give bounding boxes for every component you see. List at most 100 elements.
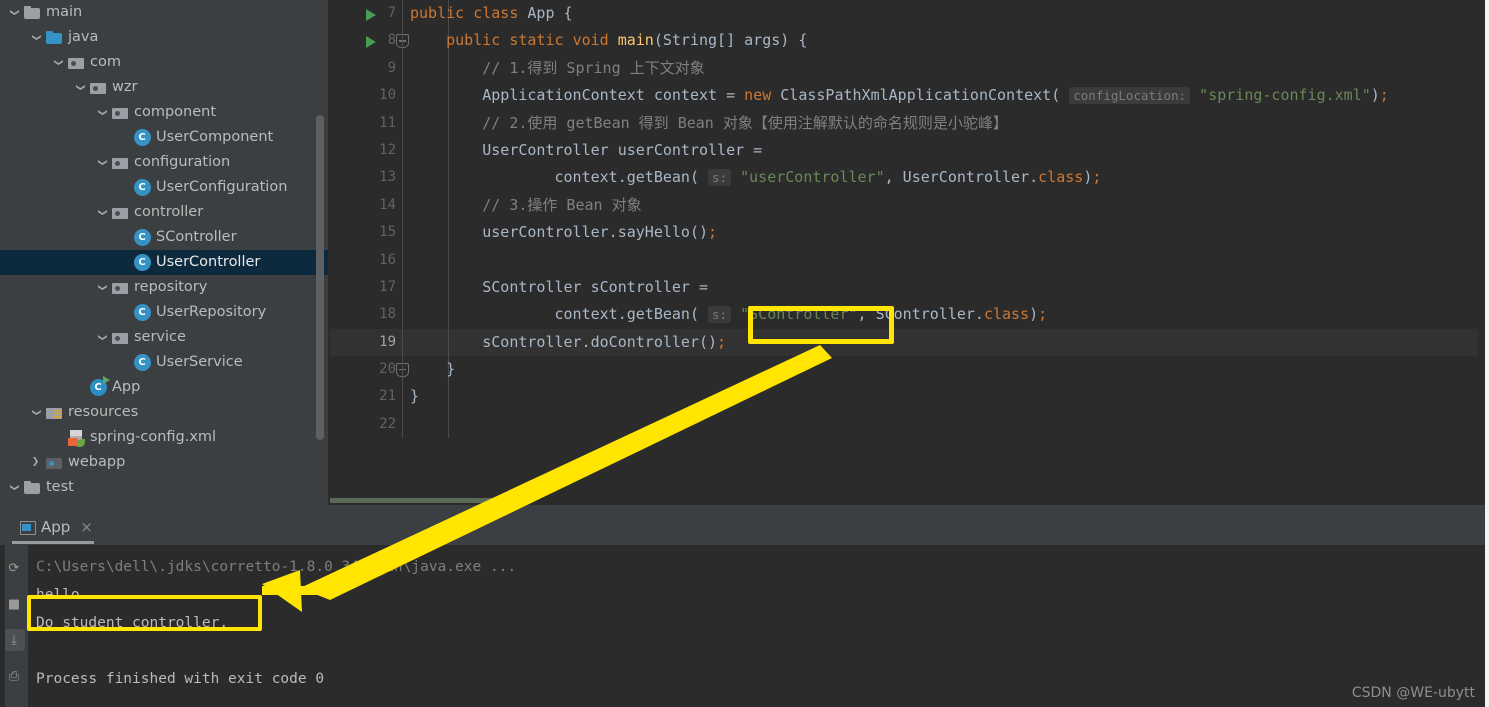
chevron-down-icon[interactable]: ❯ [45,55,70,70]
indent-guide [402,27,403,55]
line-number: 13 [379,169,396,186]
code-line-9[interactable]: 9 // 1.得到 Spring 上下文对象 [330,54,1485,83]
code-line-16[interactable]: 16 [330,246,1485,274]
trace-button[interactable]: ⤓ [3,629,25,651]
tree-item-label: com [90,54,121,70]
close-icon[interactable]: × [80,518,93,536]
code-editor[interactable]: 7 public class App {8 public static void … [330,0,1485,505]
line-number: 19 [379,333,396,350]
code-line-17[interactable]: 17 SController sController = [330,273,1485,302]
chevron-down-icon[interactable]: ❯ [89,105,114,120]
chevron-right-icon[interactable]: ❯ [28,450,43,475]
code-line-22[interactable]: 22 [330,410,1485,439]
run-gutter-icon[interactable] [366,36,376,49]
tree-item-label: wzr [112,79,138,95]
chevron-down-icon[interactable]: ❯ [1,480,26,495]
indent-guide [402,136,403,165]
code-line-19[interactable]: 19 sController.doController(); [330,328,1485,357]
project-tree[interactable]: ❯ main ❯ java ❯ com ❯ wzr ❯ component C UserCompon… [0,0,330,500]
chevron-down-icon[interactable]: ❯ [1,5,26,20]
code-text: } [410,383,419,410]
tree-item-main[interactable]: ❯ main [0,0,330,25]
tree-item-label: UserController [156,254,261,270]
package-icon [109,106,131,119]
tree-item-label: controller [134,204,204,220]
tree-item-app[interactable]: C App [0,375,330,400]
indent-guide [402,410,403,439]
code-line-14[interactable]: 14 // 3.操作 Bean 对象 [330,191,1485,220]
chevron-down-icon[interactable]: ❯ [23,405,48,420]
tree-item-service[interactable]: ❯ service [0,325,330,350]
tree-item-java[interactable]: ❯ java [0,25,330,50]
code-token-kw: public [410,4,474,22]
tree-item-usercomponent[interactable]: C UserComponent [0,125,330,150]
chevron-down-icon[interactable]: ❯ [89,280,114,295]
console-output-line: C:\Users\dell\.jdks\corretto-1.8.0_342\b… [36,559,517,575]
code-line-18[interactable]: 18 context.getBean( s: "SController", SC… [330,301,1485,329]
indent-guide [448,246,449,274]
code-text: public static void main(String[] args) { [410,27,807,54]
code-lines-container[interactable]: 7 public class App {8 public static void … [330,0,1485,439]
code-line-21[interactable]: 21} [330,383,1485,411]
tree-item-controller[interactable]: ❯ controller [0,200,330,225]
stop-button[interactable]: ■ [3,593,25,615]
code-line-13[interactable]: 13 context.getBean( s: "userController",… [330,164,1485,192]
tree-item-repository[interactable]: ❯ repository [0,275,330,300]
chevron-down-icon[interactable]: ❯ [89,330,114,345]
chevron-down-icon[interactable]: ❯ [67,80,92,95]
code-line-15[interactable]: 15 userController.sayHello(); [330,219,1485,247]
code-token-txt: } [410,387,420,406]
tree-item-configuration[interactable]: ❯ configuration [0,150,330,175]
chevron-down-icon[interactable]: ❯ [89,205,114,220]
code-token-kw: public [446,31,510,50]
tree-item-label: repository [134,279,208,295]
tree-item-label: SController [156,229,237,245]
tree-item-component[interactable]: ❯ component [0,100,330,125]
code-token-kw: static [509,31,573,50]
tab-app-label: App [41,518,71,536]
code-text: UserController userController = [410,137,762,164]
code-line-7[interactable]: 7 public class App { [330,0,1485,28]
code-line-11[interactable]: 11 // 2.使用 getBean 得到 Bean 对象【使用注解默认的命名规… [330,109,1485,137]
line-number: 10 [379,87,396,104]
line-number: 12 [379,141,396,158]
code-token-txt: ( [689,168,709,187]
tree-item-userservice[interactable]: C UserService [0,350,330,375]
code-text: // 2.使用 getBean 得到 Bean 对象【使用注解默认的命名规则是小… [410,110,1008,137]
console-output[interactable]: C:\Users\dell\.jdks\corretto-1.8.0_342\b… [28,545,1489,707]
tree-item-usercontroller[interactable]: C UserController [0,250,330,275]
rerun-button[interactable]: ⟳ [3,557,25,579]
runnable-class-icon: C [87,376,110,396]
line-number: 11 [379,114,396,131]
code-text: context.getBean( s: "SController", SCont… [410,301,1047,328]
chevron-down-icon[interactable]: ❯ [89,155,114,170]
run-gutter-icon[interactable] [366,9,376,21]
tree-item-com[interactable]: ❯ com [0,50,330,75]
tree-item-spring-config-xml[interactable]: spring-config.xml [0,425,330,450]
sidebar-vertical-scrollbar[interactable] [316,115,324,440]
tree-item-webapp[interactable]: ❯ webapp [0,450,330,475]
webapp-folder-icon [43,456,65,469]
code-token-txt: , UserController. [884,168,1039,187]
code-line-20[interactable]: 20 } [330,356,1485,384]
tree-item-userconfiguration[interactable]: C UserConfiguration [0,175,330,200]
code-line-8[interactable]: 8 public static void main(String[] args)… [330,27,1485,55]
tab-app[interactable]: App × [12,512,99,542]
tree-item-test[interactable]: ❯ test [0,475,330,500]
tree-item-resources[interactable]: ❯ resources [0,400,330,425]
code-token-txt: sController.doController() [410,332,718,351]
tree-item-userrepository[interactable]: C UserRepository [0,300,330,325]
line-number: 20 [379,361,396,378]
print-button[interactable]: ⎙ [3,665,25,687]
project-tree-panel[interactable]: ❯ main ❯ java ❯ com ❯ wzr ❯ component C UserCompon… [0,0,330,505]
code-line-10[interactable]: 10 ApplicationContext context = new Clas… [330,82,1485,110]
editor-horizontal-scrollbar[interactable] [330,498,510,503]
code-token-txt: (String[] args) { [653,31,808,50]
tree-item-scontroller[interactable]: C SController [0,225,330,250]
code-line-12[interactable]: 12 UserController userController = [330,136,1485,165]
tree-item-wzr[interactable]: ❯ wzr [0,75,330,100]
console-tab-bar[interactable]: App × [12,511,99,543]
chevron-down-icon[interactable]: ❯ [23,30,48,45]
